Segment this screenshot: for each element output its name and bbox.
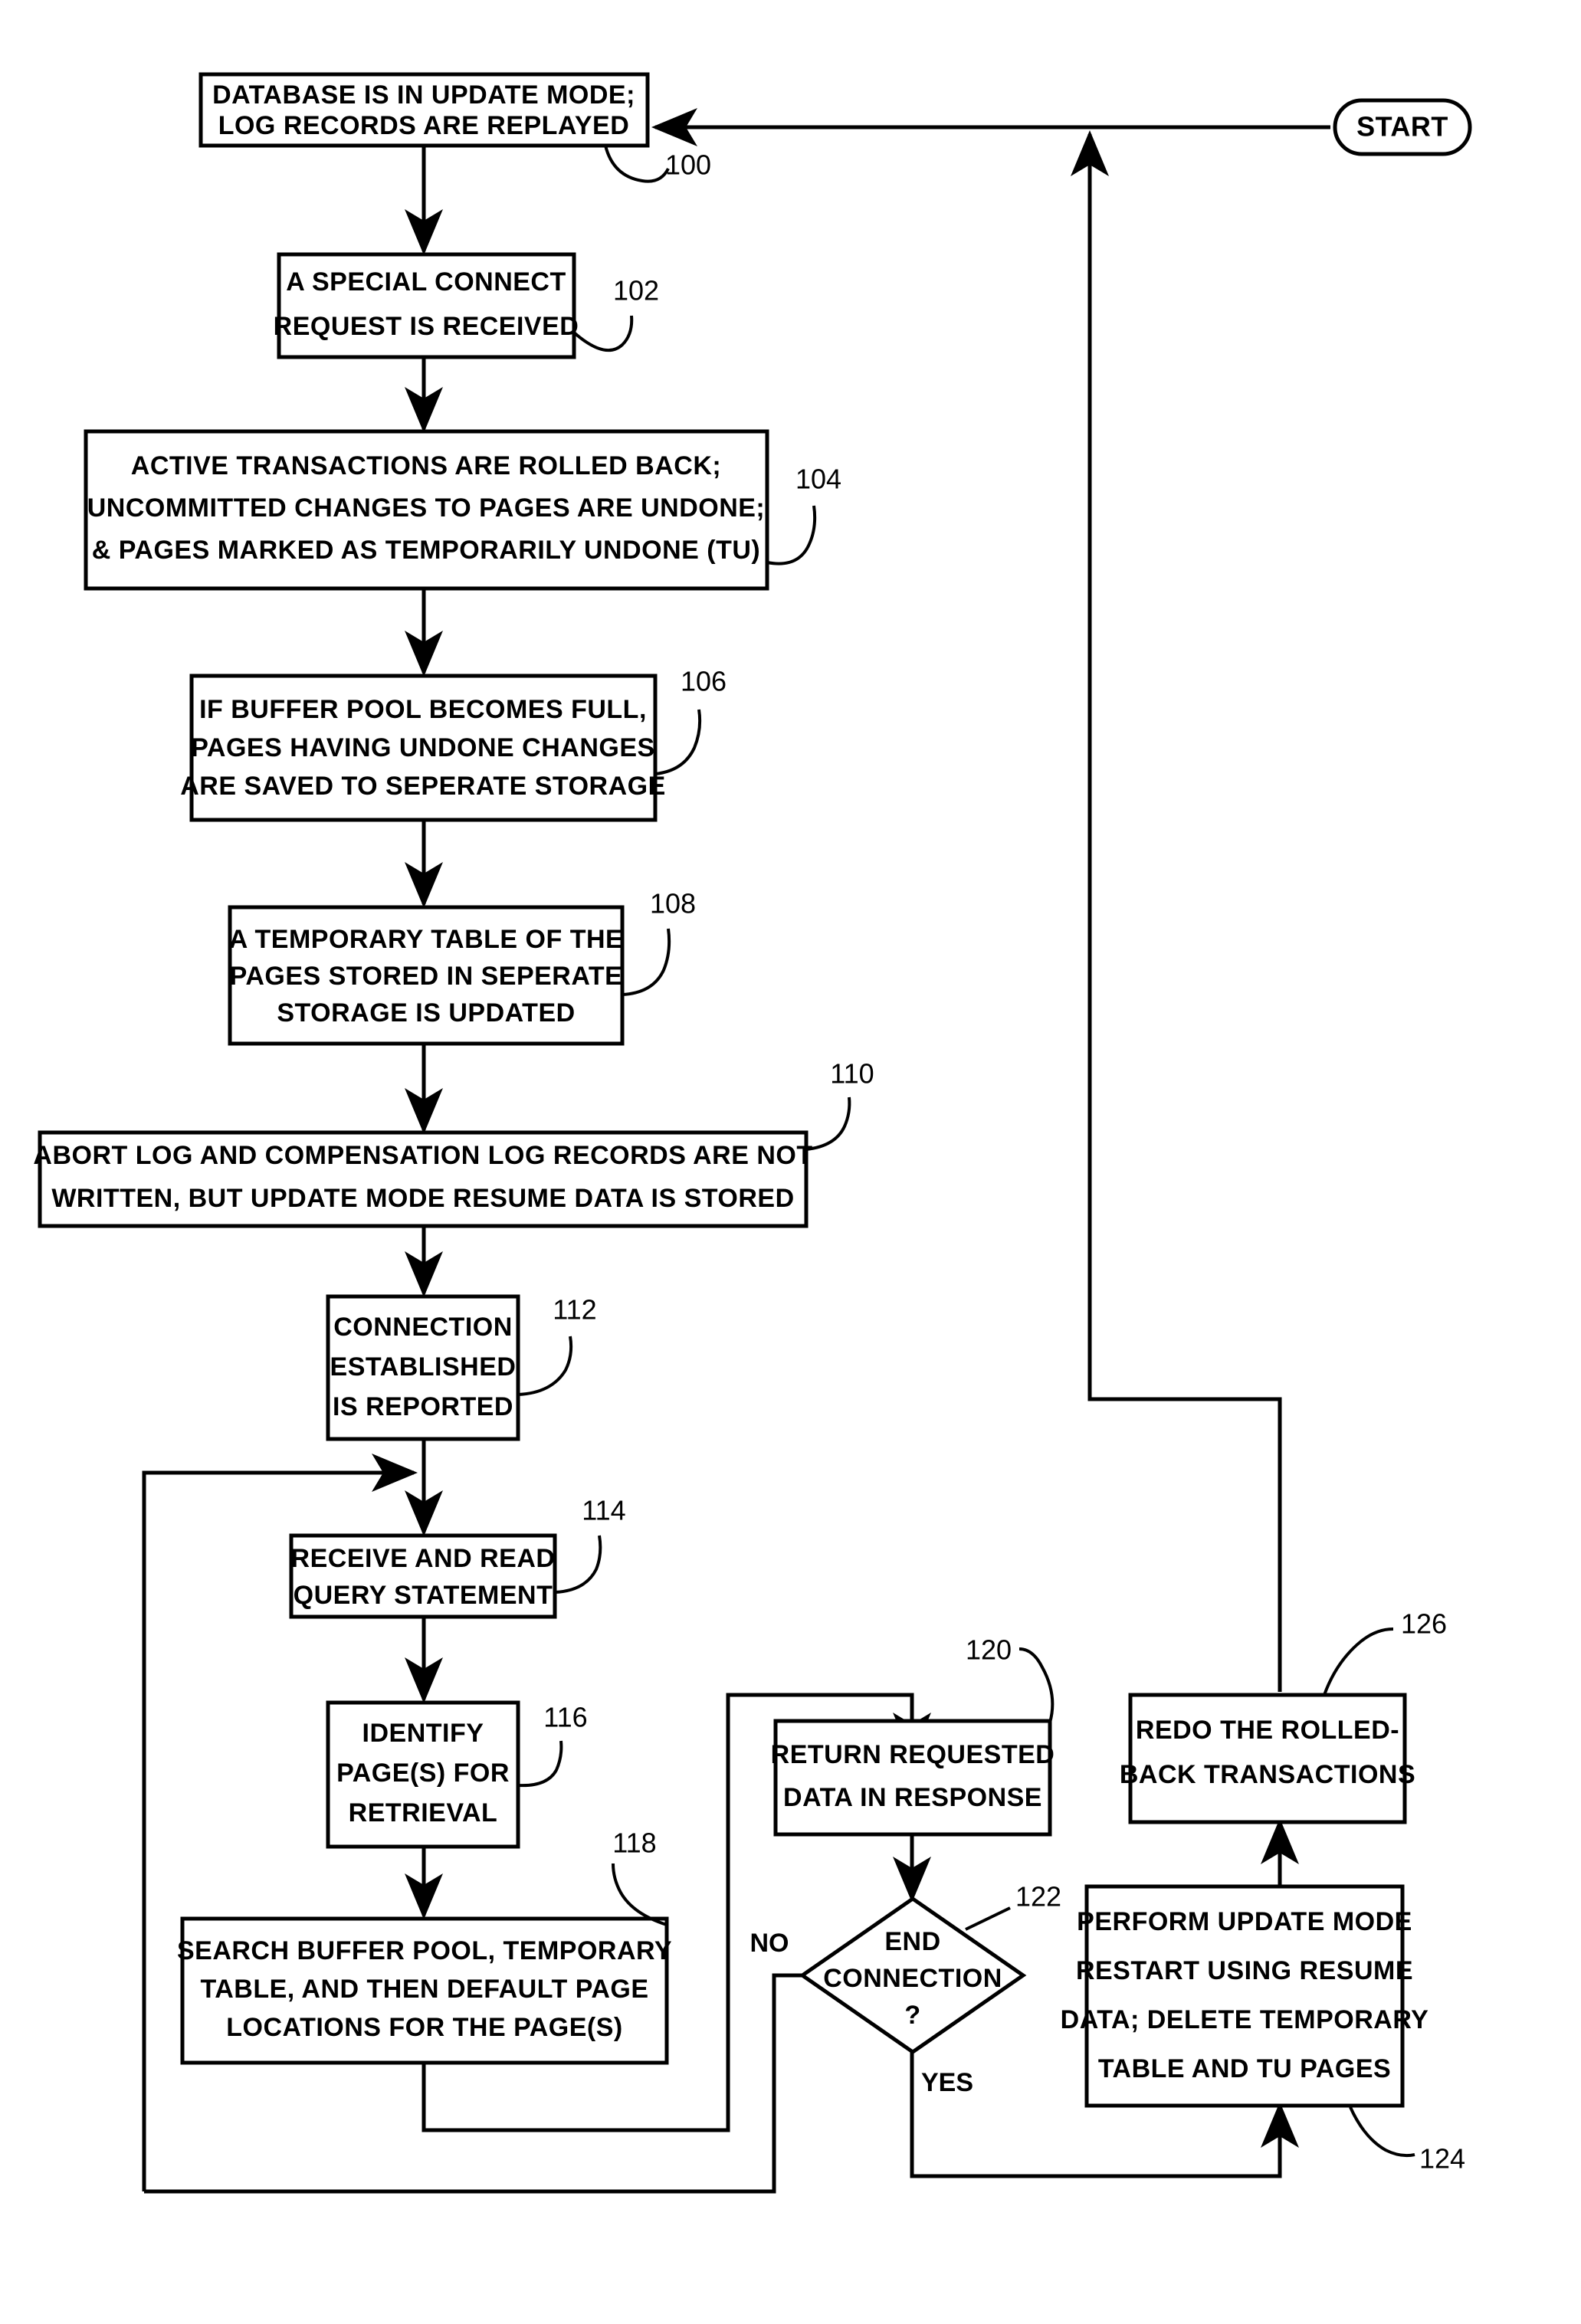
node-108-line-3: STORAGE IS UPDATED [277, 998, 575, 1028]
node-104-line-3: & PAGES MARKED AS TEMPORARILY UNDONE (TU… [92, 536, 760, 565]
node-126-line-2: BACK TRANSACTIONS [1120, 1760, 1415, 1789]
node-112-ref: 112 [553, 1294, 596, 1326]
node-118-line-2: TABLE, AND THEN DEFAULT PAGE [200, 1975, 648, 2004]
node-126-line-1: REDO THE ROLLED- [1136, 1716, 1399, 1745]
node-104-line-1: ACTIVE TRANSACTIONS ARE ROLLED BACK; [131, 451, 721, 480]
node-106: IF BUFFER POOL BECOMES FULL, PAGES HAVIN… [180, 666, 727, 822]
node-112-line-2: ESTABLISHED [330, 1352, 517, 1382]
node-126-ref: 126 [1401, 1608, 1447, 1640]
node-122-line-2: CONNECTION [823, 1964, 1002, 1993]
node-110-ref: 110 [830, 1058, 874, 1090]
node-124-line-3: DATA; DELETE TEMPORARY [1061, 2005, 1429, 2034]
node-122-ref: 122 [1015, 1881, 1061, 1913]
start-label: START [1356, 111, 1448, 143]
node-108-ref: 108 [650, 888, 696, 919]
node-106-line-2: PAGES HAVING UNDONE CHANGES [191, 733, 654, 762]
node-116-line-3: RETRIEVAL [349, 1798, 498, 1827]
node-110-line-1: ABORT LOG AND COMPENSATION LOG RECORDS A… [33, 1141, 812, 1170]
node-104: ACTIVE TRANSACTIONS ARE ROLLED BACK; UNC… [84, 429, 841, 591]
figure-canvas: START DATABASE IS IN UPDATE MODE; LOG RE… [0, 0, 1581, 2324]
decision-no-label: NO [750, 1929, 789, 1958]
node-120-line-2: DATA IN RESPONSE [783, 1783, 1042, 1812]
node-116-ref: 116 [543, 1702, 587, 1733]
node-start: START [1333, 98, 1472, 156]
node-124-line-4: TABLE AND TU PAGES [1098, 2054, 1391, 2083]
node-120-ref: 120 [966, 1634, 1012, 1666]
node-120-shape [773, 1719, 1052, 1837]
node-124-ref: 124 [1419, 2143, 1465, 2175]
flowchart-svg: START DATABASE IS IN UPDATE MODE; LOG RE… [0, 0, 1581, 2324]
node-114-ref: 114 [582, 1495, 625, 1526]
node-112-line-1: CONNECTION [333, 1313, 513, 1342]
node-114-line-1: RECEIVE AND READ [291, 1544, 556, 1573]
node-110-line-2: WRITTEN, BUT UPDATE MODE RESUME DATA IS … [51, 1184, 794, 1213]
node-116-line-2: PAGE(S) FOR [336, 1759, 510, 1788]
decision-yes-label: YES [921, 2068, 973, 2097]
node-100-line-2: LOG RECORDS ARE REPLAYED [218, 111, 630, 140]
node-116-line-1: IDENTIFY [362, 1719, 484, 1748]
node-120-line-1: RETURN REQUESTED [771, 1740, 1055, 1769]
node-114-line-2: QUERY STATEMENT [294, 1581, 553, 1610]
node-118-ref: 118 [612, 1827, 656, 1859]
node-112-line-3: IS REPORTED [333, 1392, 513, 1421]
node-100-line-1: DATABASE IS IN UPDATE MODE; [212, 80, 635, 110]
node-108-line-2: PAGES STORED IN SEPERATE [230, 962, 623, 991]
node-122-line-1: END [884, 1927, 940, 1956]
node-104-line-2: UNCOMMITTED CHANGES TO PAGES ARE UNDONE; [87, 493, 766, 523]
node-122-line-3: ? [904, 2001, 920, 2030]
node-100-ref: 100 [665, 149, 711, 181]
node-106-line-1: IF BUFFER POOL BECOMES FULL, [199, 695, 647, 724]
node-106-line-3: ARE SAVED TO SEPERATE STORAGE [180, 772, 666, 801]
node-124-line-1: PERFORM UPDATE MODE [1077, 1907, 1412, 1936]
node-118-line-1: SEARCH BUFFER POOL, TEMPORARY [177, 1936, 672, 1965]
node-102-line-2: REQUEST IS RECEIVED [274, 312, 579, 341]
node-106-ref: 106 [681, 666, 727, 697]
node-108-line-1: A TEMPORARY TABLE OF THE [229, 925, 623, 954]
node-102-line-1: A SPECIAL CONNECT [286, 267, 566, 297]
node-102-ref: 102 [613, 275, 659, 306]
node-104-ref: 104 [795, 464, 841, 495]
node-126-shape [1128, 1693, 1407, 1824]
node-118-line-3: LOCATIONS FOR THE PAGE(S) [226, 2013, 622, 2042]
node-124-line-2: RESTART USING RESUME [1076, 1956, 1413, 1985]
